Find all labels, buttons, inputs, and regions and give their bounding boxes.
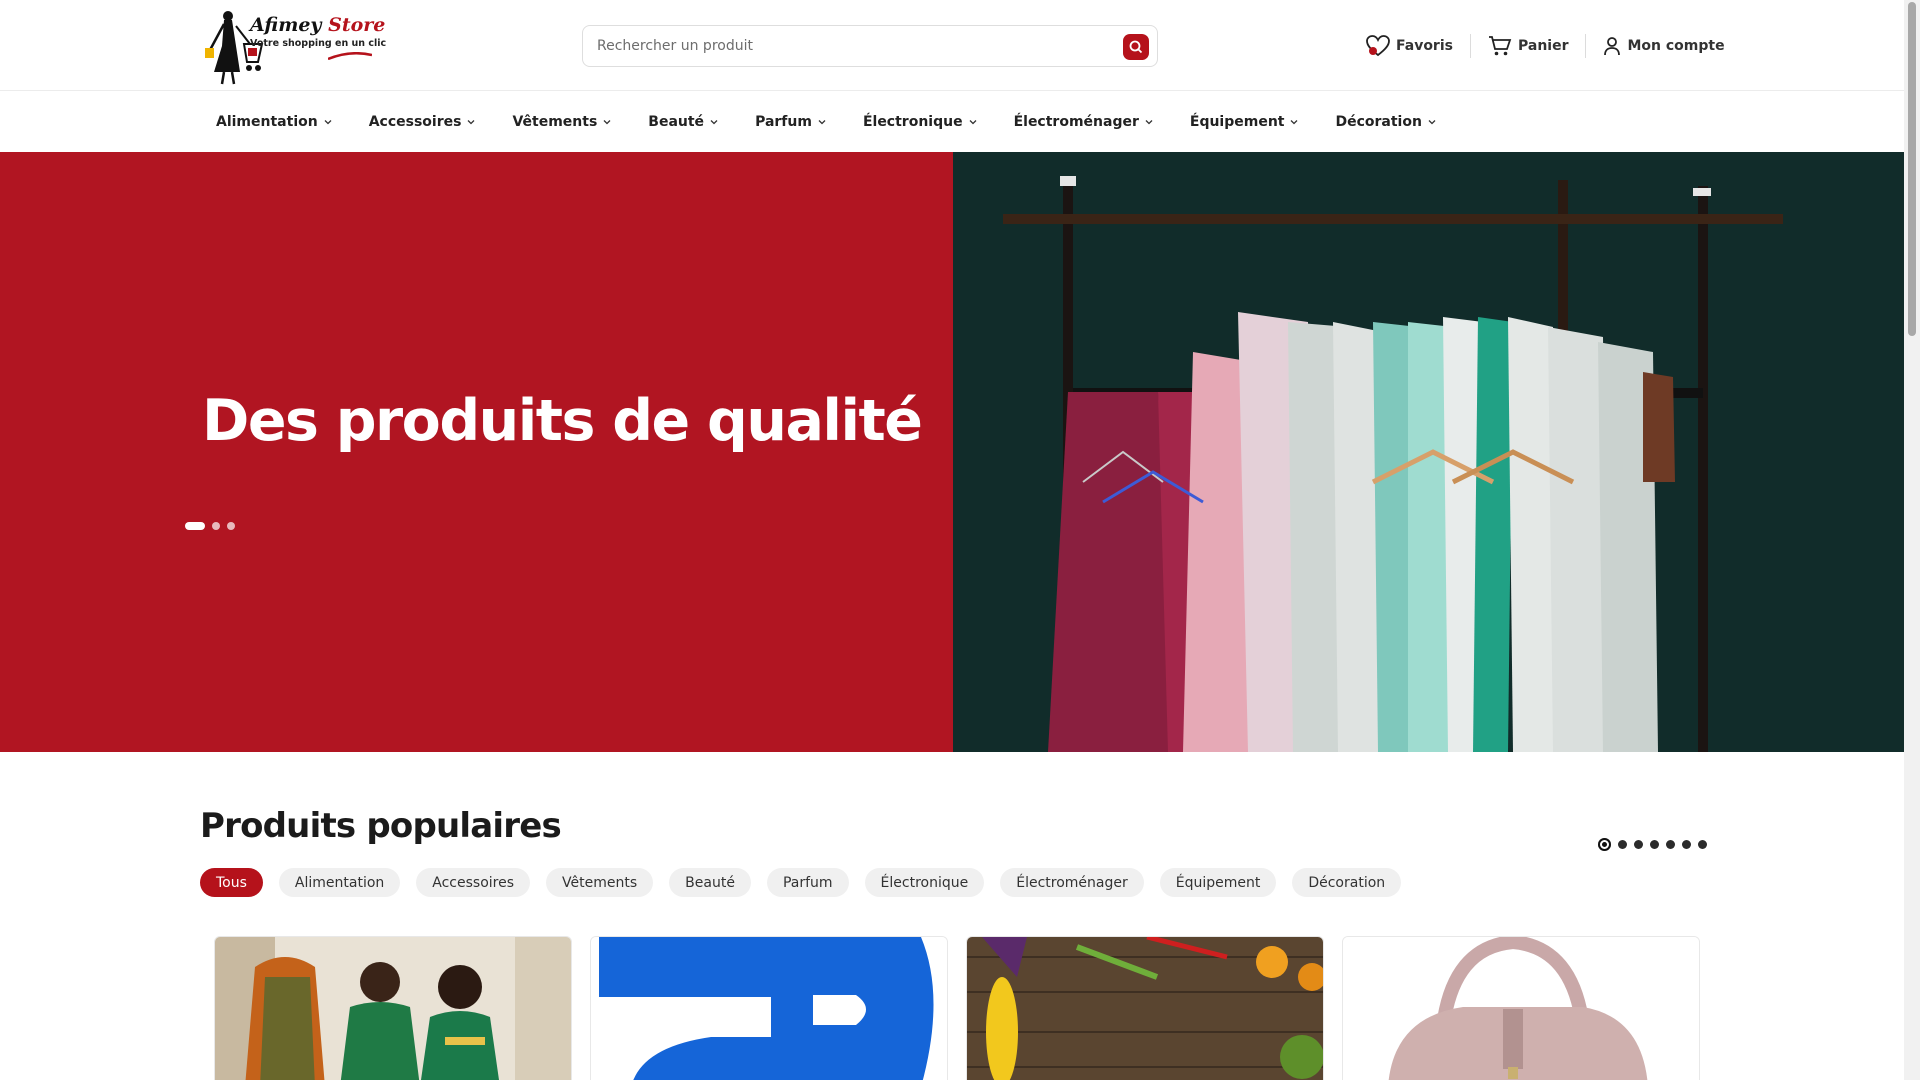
nav-item-electronique[interactable]: Électronique	[863, 114, 977, 130]
filter-chip-tous[interactable]: Tous	[200, 868, 263, 897]
filter-chip-beaute[interactable]: Beauté	[669, 868, 751, 897]
nav-item-beaute[interactable]: Beauté	[648, 114, 718, 130]
product-card[interactable]	[966, 936, 1324, 1080]
search-bar	[582, 25, 1158, 67]
chevron-down-icon	[710, 120, 718, 125]
chevron-down-icon	[467, 120, 475, 125]
account-label: Mon compte	[1627, 38, 1725, 54]
search-button[interactable]	[1123, 34, 1149, 60]
nav-item-label: Beauté	[648, 114, 705, 130]
nav-item-label: Électroménager	[1013, 114, 1139, 130]
product-card[interactable]	[1342, 936, 1700, 1080]
popular-page-dot[interactable]	[1598, 838, 1611, 851]
nav-item-equipement[interactable]: Équipement	[1190, 114, 1299, 130]
chevron-down-icon	[969, 120, 977, 125]
product-cards	[214, 936, 1714, 1080]
filter-chip-accessoires[interactable]: Accessoires	[416, 868, 531, 897]
nav-item-label: Parfum	[755, 114, 812, 130]
cart-label: Panier	[1517, 38, 1569, 54]
popular-page-dot[interactable]	[1666, 840, 1675, 849]
hero-slide-dot[interactable]	[212, 522, 220, 530]
filter-chip-decoration[interactable]: Décoration	[1292, 868, 1402, 897]
nav-item-vetements[interactable]: Vêtements	[512, 114, 611, 130]
site-header: Afimey Store Votre shopping en un clic F…	[0, 0, 1904, 91]
hero-text-panel: Des produits de qualité	[0, 152, 953, 752]
chevron-down-icon	[1428, 120, 1436, 125]
user-icon	[1604, 37, 1621, 56]
category-nav: Alimentation Accessoires Vêtements Beaut…	[0, 92, 1904, 152]
nav-item-label: Vêtements	[512, 114, 598, 130]
clothes-rack-photo	[953, 152, 1904, 752]
nav-item-electromenager[interactable]: Électroménager	[1014, 114, 1153, 130]
store-logo[interactable]: Afimey Store Votre shopping en un clic	[200, 6, 386, 86]
nav-item-label: Équipement	[1189, 114, 1285, 130]
heart-icon	[1366, 35, 1390, 57]
search-icon	[1129, 40, 1143, 54]
clothes-rack-illustration	[953, 152, 1904, 752]
nav-item-parfum[interactable]: Parfum	[755, 114, 826, 130]
logo-wordmark: Afimey Store	[250, 14, 386, 36]
blue-logo-image	[591, 937, 947, 1080]
tailors-fabric-photo	[215, 937, 571, 1080]
hero-slide-dot[interactable]	[227, 522, 235, 530]
filter-chip-equipement[interactable]: Équipement	[1159, 868, 1277, 897]
popular-page-dot[interactable]	[1650, 840, 1659, 849]
nav-item-label: Décoration	[1335, 114, 1422, 130]
hero-title: Des produits de qualité	[202, 388, 923, 454]
nav-item-alimentation[interactable]: Alimentation	[216, 114, 332, 130]
nav-item-accessoires[interactable]: Accessoires	[369, 114, 476, 130]
header-actions: Favoris Panier Mon compte	[1366, 30, 1725, 62]
popular-pagination	[1598, 838, 1707, 851]
popular-page-dot[interactable]	[1618, 840, 1627, 849]
favorites-link[interactable]: Favoris	[1366, 35, 1453, 57]
favorites-label: Favoris	[1396, 38, 1453, 54]
filter-chip-vetements[interactable]: Vêtements	[546, 868, 654, 897]
nav-item-decoration[interactable]: Décoration	[1335, 114, 1436, 130]
filter-chip-electromenager[interactable]: Électroménager	[1000, 868, 1144, 897]
logo-swoosh	[328, 52, 372, 60]
hero-slide-dot[interactable]	[185, 522, 205, 530]
chevron-down-icon	[603, 120, 611, 125]
chevron-down-icon	[324, 120, 332, 125]
filter-chip-parfum[interactable]: Parfum	[766, 868, 849, 897]
product-card[interactable]	[590, 936, 948, 1080]
scrollbar-thumb[interactable]	[1908, 2, 1916, 336]
vegetables-photo	[967, 937, 1323, 1080]
product-card[interactable]	[214, 936, 572, 1080]
account-link[interactable]: Mon compte	[1603, 36, 1725, 56]
filter-chip-alimentation[interactable]: Alimentation	[278, 868, 401, 897]
pink-handbag-photo	[1343, 937, 1699, 1080]
page-scrollbar[interactable]	[1904, 0, 1920, 1080]
cart-icon	[1488, 36, 1512, 56]
section-title: Produits populaires	[200, 806, 562, 846]
popular-page-dot[interactable]	[1698, 840, 1707, 849]
search-input[interactable]	[597, 26, 1097, 66]
chevron-down-icon	[1291, 120, 1298, 125]
logo-tagline: Votre shopping en un clic	[250, 38, 387, 49]
cart-link[interactable]: Panier	[1488, 35, 1569, 57]
chevron-down-icon	[818, 120, 826, 125]
hero-banner: Des produits de qualité	[0, 152, 1904, 752]
header-divider	[1585, 34, 1587, 58]
category-filter-chips: Tous Alimentation Accessoires Vêtements …	[200, 868, 1402, 897]
chevron-down-icon	[1145, 120, 1153, 125]
popular-page-dot[interactable]	[1634, 840, 1643, 849]
filter-chip-electronique[interactable]: Électronique	[864, 868, 985, 897]
nav-item-label: Alimentation	[216, 114, 318, 130]
header-divider	[1469, 34, 1471, 58]
nav-item-label: Électronique	[862, 114, 963, 130]
hero-slide-indicators	[185, 522, 235, 530]
popular-page-dot[interactable]	[1682, 840, 1691, 849]
nav-item-label: Accessoires	[368, 114, 462, 130]
